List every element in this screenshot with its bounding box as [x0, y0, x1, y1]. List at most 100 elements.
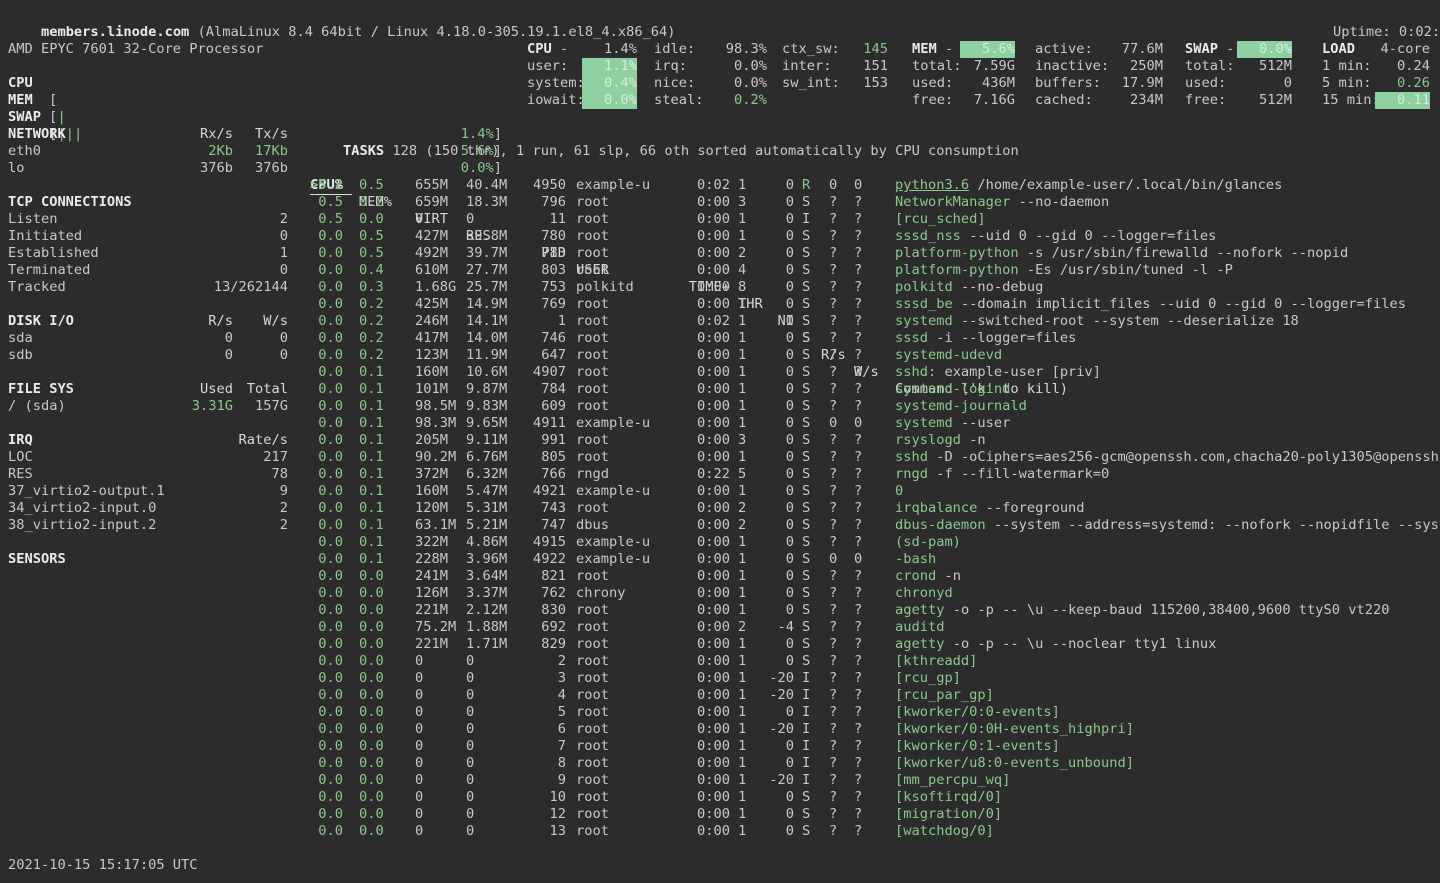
process-command-name: NetworkManager — [895, 194, 1010, 210]
stat-value: 0.4% — [582, 75, 637, 92]
process-cell-res: 0 — [466, 704, 514, 721]
process-cell-cpu: 0.0 — [310, 534, 343, 551]
stat-label: 5 min: — [1322, 75, 1371, 92]
sidebar-value: 376b — [234, 160, 288, 177]
process-cell-ws: ? — [854, 653, 863, 670]
process-cell-cpu: 0.0 — [310, 823, 343, 840]
process-cell-mem: 0.4 — [359, 262, 393, 279]
process-cell-mem: 0.5 — [359, 228, 393, 245]
process-cell-cpu: 0.0 — [310, 687, 343, 704]
process-cell-rs: ? — [829, 466, 838, 483]
process-cell-res: 9.87M — [466, 381, 514, 398]
process-cell-s: S — [802, 568, 812, 585]
process-cell-ws: ? — [854, 228, 863, 245]
process-cell-mem: 0.0 — [359, 636, 393, 653]
process-cell-virt: 0 — [415, 670, 463, 687]
stat-value: 145 — [863, 41, 888, 58]
process-cell-time: 0:00 — [688, 687, 730, 704]
process-cell-rs: ? — [829, 806, 838, 823]
process-cell-ws: ? — [854, 823, 863, 840]
process-cell-mem: 0.1 — [359, 551, 393, 568]
process-cell-mem: 0.1 — [359, 432, 393, 449]
process-cell-res: 39.7M — [466, 245, 514, 262]
process-cell-ni: 0 — [763, 330, 794, 347]
process-cell-rs: ? — [829, 381, 838, 398]
process-cell-pid: 796 — [520, 194, 566, 211]
process-cell-ni: 0 — [763, 568, 794, 585]
process-cell-pid: 991 — [520, 432, 566, 449]
process-cell-thr: 2 — [738, 619, 763, 636]
process-cell-ni: 0 — [763, 585, 794, 602]
process-cell-cpu: 0.0 — [310, 364, 343, 381]
process-cell-time: 0:00 — [688, 772, 730, 789]
process-cell-rs: 0 — [829, 551, 838, 568]
process-cell-ws: ? — [854, 330, 863, 347]
process-cell-s: S — [802, 228, 812, 245]
stat-label: sw_int: — [782, 75, 840, 92]
process-cell-mem: 0.0 — [359, 585, 393, 602]
process-row: 0.00.198.5M9.83M609root0:0010S??systemd-… — [0, 398, 1440, 415]
process-cell-rs: ? — [829, 772, 838, 789]
process-cell-virt: 0 — [415, 653, 463, 670]
process-cell-virt: 0 — [415, 823, 463, 840]
stat-value: 234M — [1130, 92, 1163, 109]
process-command-args: -s /usr/sbin/firewalld --nofork --nopid — [1027, 245, 1348, 261]
process-cell-user: example-u — [576, 415, 660, 432]
process-cell-command: crond-n — [895, 568, 1440, 585]
process-row: 0.00.198.3M9.65M4911example-u0:0010S00sy… — [0, 415, 1440, 432]
process-cell-ws: ? — [854, 670, 863, 687]
process-command-name: [kworker/0:0-events] — [895, 704, 1060, 720]
process-cell-ni: 0 — [763, 517, 794, 534]
process-cell-mem: 0.2 — [359, 296, 393, 313]
process-cell-user: root — [576, 245, 660, 262]
sidebar-row-name: eth0 — [8, 143, 41, 160]
process-cell-time: 0:00 — [688, 670, 730, 687]
process-cell-ni: 0 — [763, 211, 794, 228]
process-cell-cpu: 0.0 — [310, 704, 343, 721]
process-command-name: (sd-pam) — [895, 534, 961, 550]
process-cell-thr: 1 — [738, 823, 763, 840]
process-cell-res: 10.6M — [466, 364, 514, 381]
process-command-args: -f --fill-watermark=0 — [936, 466, 1109, 482]
process-command-name: [watchdog/0] — [895, 823, 994, 839]
process-cell-thr: 2 — [738, 500, 763, 517]
process-cell-rs: ? — [829, 568, 838, 585]
process-cell-user: root — [576, 670, 660, 687]
process-cell-rs: ? — [829, 330, 838, 347]
process-cell-pid: 4 — [520, 687, 566, 704]
process-cell-mem: 0.2 — [359, 330, 393, 347]
process-cell-virt: 417M — [415, 330, 463, 347]
stat-cell: ctx_sw:145 — [782, 41, 888, 58]
process-cell-user: root — [576, 296, 660, 313]
process-cell-res: 11.9M — [466, 347, 514, 364]
process-cell-cpu: 0.0 — [310, 568, 343, 585]
process-cell-res: 14.0M — [466, 330, 514, 347]
process-cell-s: R — [802, 177, 812, 194]
process-cell-time: 0:00 — [688, 500, 730, 517]
stat-cell: LOAD4-core — [1322, 41, 1430, 58]
process-cell-ni: 0 — [763, 551, 794, 568]
process-cell-rs: ? — [829, 721, 838, 738]
process-cell-ni: -20 — [763, 721, 794, 738]
process-cell-time: 0:00 — [688, 585, 730, 602]
gauge-bracket-open: [ — [49, 109, 57, 126]
process-command-name: [kworker/0:1-events] — [895, 738, 1060, 754]
process-cell-cpu: 0.0 — [310, 296, 343, 313]
process-cell-ws: ? — [854, 568, 863, 585]
process-row: 0.00.1228M3.96M4922example-u0:0010S00-ba… — [0, 551, 1440, 568]
process-cell-cpu: 0.0 — [310, 670, 343, 687]
process-cell-ws: ? — [854, 398, 863, 415]
stat-value: 1.1% — [582, 58, 637, 75]
process-cell-res: 9.11M — [466, 432, 514, 449]
stat-cell: irq:0.0% — [654, 58, 767, 75]
process-cell-command: python3.6/home/example-user/.local/bin/g… — [895, 177, 1440, 194]
process-cell-ni: 0 — [763, 704, 794, 721]
process-cell-pid: 783 — [520, 245, 566, 262]
process-cell-time: 0:00 — [688, 789, 730, 806]
process-cell-pid: 13 — [520, 823, 566, 840]
process-cell-rs: ? — [829, 602, 838, 619]
stat-cell: inactive:250M — [1035, 58, 1163, 75]
process-cell-thr: 1 — [738, 653, 763, 670]
process-cell-s: S — [802, 823, 812, 840]
process-cell-mem: 0.0 — [359, 653, 393, 670]
